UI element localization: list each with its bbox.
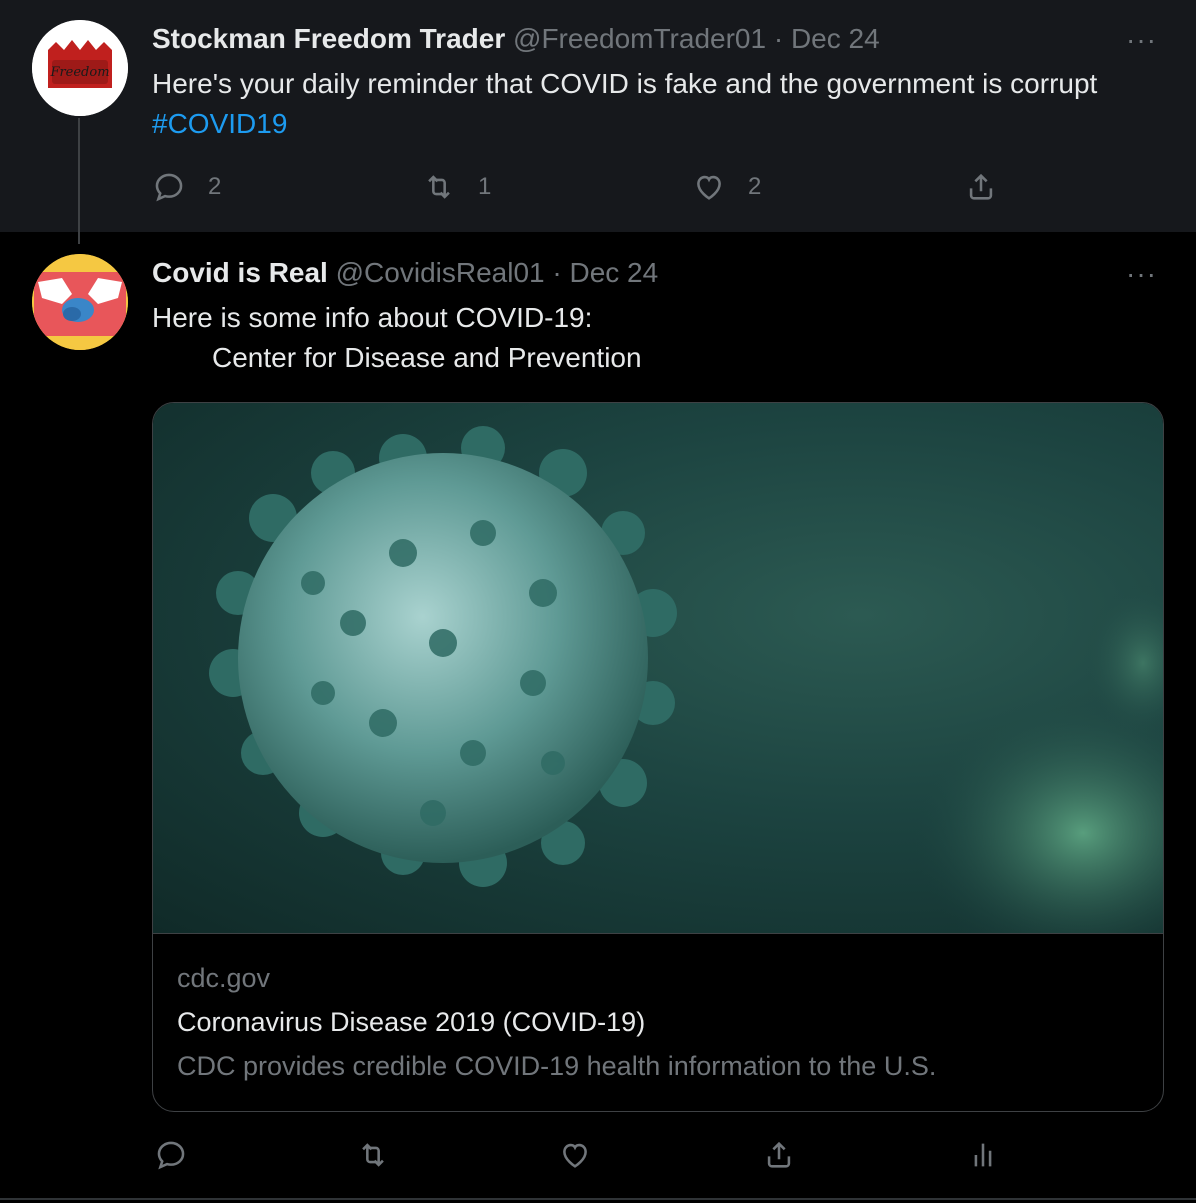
tweet-text: Here's your daily reminder that COVID is… — [152, 68, 1098, 99]
author-handle[interactable]: @CovidisReal01 — [336, 257, 545, 288]
like-button[interactable] — [558, 1138, 592, 1172]
tweet-header: Stockman Freedom Trader @FreedomTrader01… — [152, 22, 880, 56]
retweet-icon — [362, 1143, 384, 1167]
analytics-icon — [974, 1143, 992, 1167]
reply-icon — [155, 173, 183, 202]
reply-count: 2 — [208, 173, 222, 200]
tweet-date[interactable]: · Dec 24 — [774, 23, 880, 54]
tweet-header: Covid is Real @CovidisReal01 · Dec 24 — [152, 256, 658, 290]
share-icon — [767, 1141, 791, 1168]
retweet-button[interactable]: 1 — [422, 170, 491, 204]
divider — [0, 1198, 1196, 1200]
holding-hands-icon — [32, 254, 128, 350]
avatar-logo-text: Freedom — [49, 65, 109, 80]
card-description: CDC provides credible COVID-19 health in… — [177, 1051, 937, 1081]
thread-connector-line — [78, 118, 80, 244]
hashtag-link[interactable]: #COVID19 — [152, 108, 287, 139]
card-domain: cdc.gov — [177, 963, 271, 993]
tweet-text-line2: Center for Disease and Prevention — [212, 342, 642, 373]
reply-icon — [157, 1141, 185, 1170]
card-image[interactable] — [153, 403, 1163, 973]
author-handle[interactable]: @FreedomTrader01 — [513, 23, 766, 54]
share-icon — [969, 173, 993, 200]
avatar[interactable] — [32, 254, 128, 350]
reply-button[interactable] — [154, 1138, 188, 1172]
like-count: 2 — [748, 173, 762, 200]
like-button[interactable]: 2 — [692, 170, 761, 204]
share-button[interactable] — [762, 1138, 796, 1172]
more-options-icon[interactable]: ··· — [1126, 26, 1166, 54]
card-title: Coronavirus Disease 2019 (COVID-19) — [177, 1007, 646, 1037]
avatar[interactable]: Freedom — [32, 20, 128, 116]
retweet-button[interactable] — [356, 1138, 390, 1172]
heart-icon — [563, 1143, 587, 1168]
heart-icon — [697, 175, 721, 200]
author-name[interactable]: Covid is Real — [152, 257, 328, 288]
analytics-button[interactable] — [966, 1138, 1000, 1172]
tweet-date[interactable]: · Dec 24 — [552, 257, 658, 288]
share-button[interactable] — [964, 170, 998, 204]
coronavirus-image — [209, 426, 1163, 973]
link-preview-card[interactable]: cdc.gov Coronavirus Disease 2019 (COVID-… — [152, 402, 1164, 1112]
retweet-count: 1 — [478, 173, 492, 200]
tweet-text: Here is some info about COVID-19: — [152, 302, 593, 333]
reply-button[interactable]: 2 — [152, 170, 221, 204]
freedom-logo-icon: Freedom — [32, 20, 128, 116]
retweet-icon — [428, 175, 450, 199]
more-options-icon[interactable]: ··· — [1126, 260, 1166, 288]
author-name[interactable]: Stockman Freedom Trader — [152, 23, 505, 54]
